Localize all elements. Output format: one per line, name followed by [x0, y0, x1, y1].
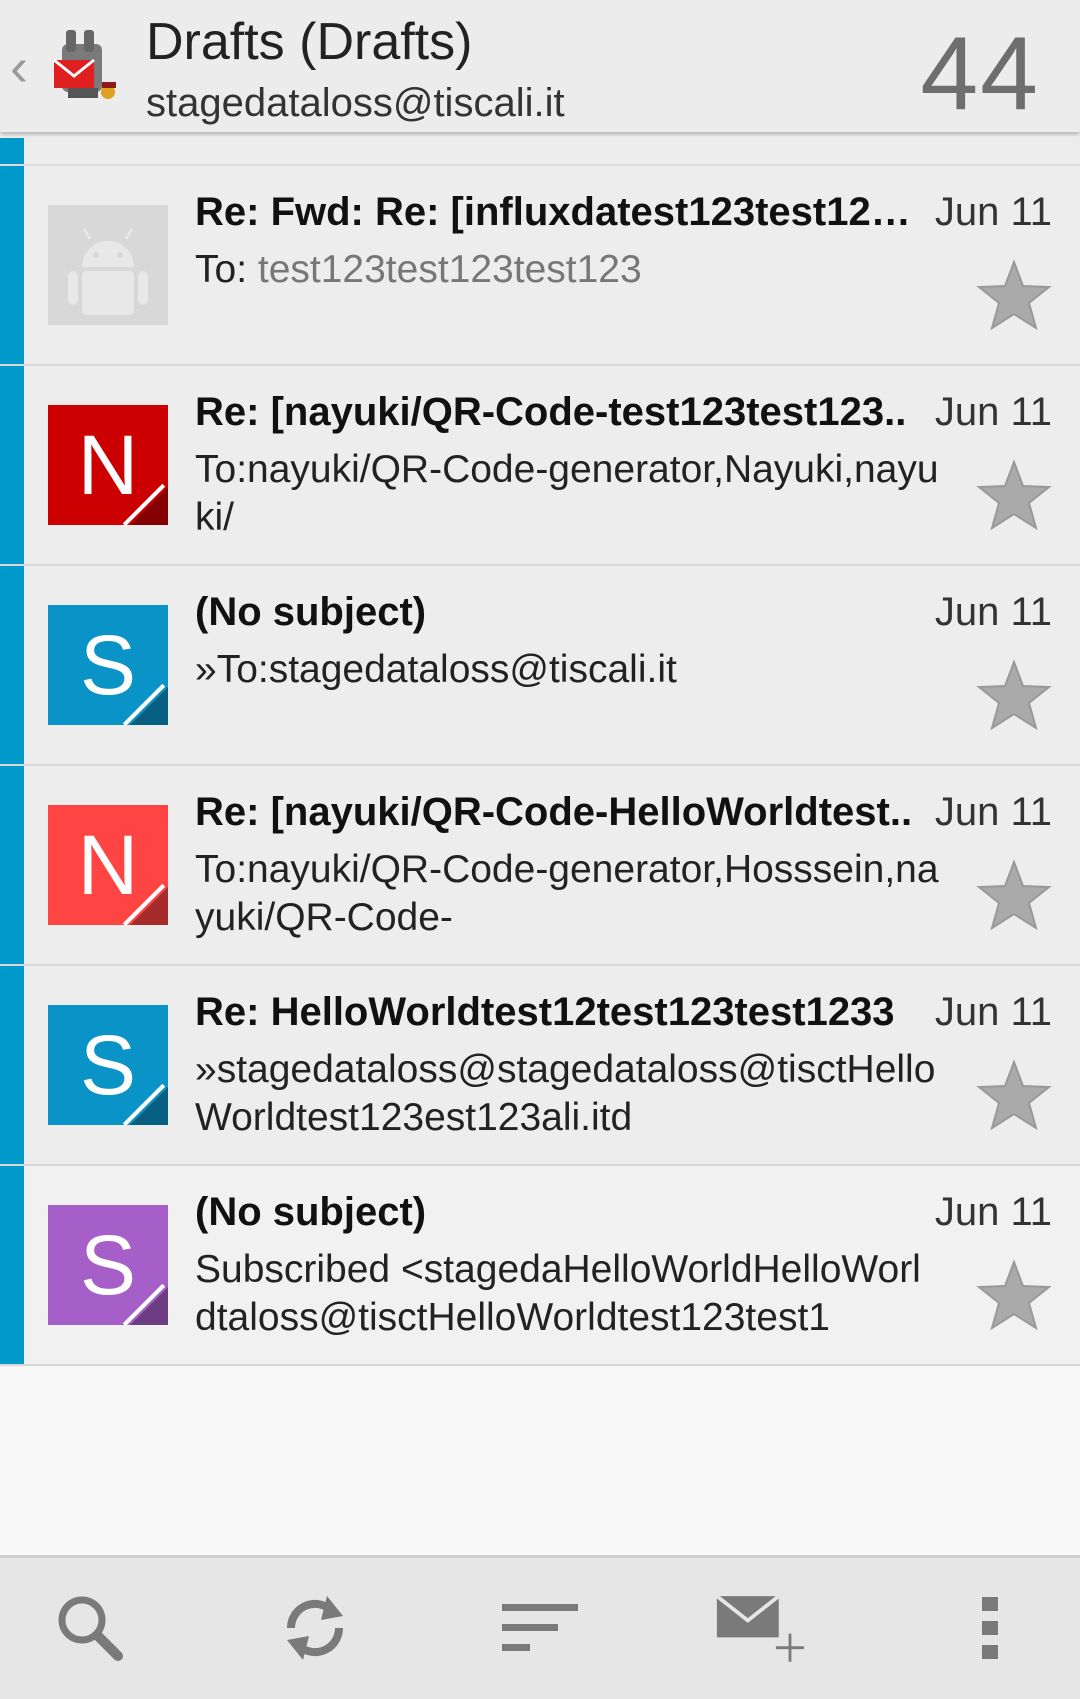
to-label: To: [195, 248, 248, 291]
avatar-corner [130, 687, 168, 725]
avatar-corner [130, 487, 168, 525]
contact-avatar[interactable]: S [48, 605, 168, 725]
contact-avatar[interactable]: N [48, 405, 168, 525]
star-icon[interactable] [976, 1058, 1052, 1132]
compose-icon [715, 1594, 805, 1662]
sort-icon [502, 1604, 578, 1651]
avatar-corner [130, 1087, 168, 1125]
unread-indicator [0, 766, 24, 964]
message-row[interactable]: Re: Fwd: Re: [influxdatest123test123.. J… [0, 166, 1080, 366]
bottom-toolbar [0, 1555, 1080, 1699]
avatar-corner [130, 887, 168, 925]
account-email: stagedataloss@tiscali.it [146, 81, 565, 125]
message-list: Re: Fwd: Re: [influxdatest123test123.. J… [0, 138, 1080, 1556]
message-date: Jun 11 [934, 990, 1052, 1034]
message-preview: To:nayuki/QR-Code-generator,Hosssein,nay… [195, 848, 939, 939]
unread-indicator [0, 366, 24, 564]
message-preview: To:nayuki/QR-Code-generator,Nayuki,nayuk… [195, 448, 939, 539]
sort-button[interactable] [495, 1588, 585, 1668]
message-date: Jun 11 [934, 590, 1052, 634]
unread-indicator [0, 966, 24, 1164]
message-subject: Re: Fwd: Re: [influxdatest123test123.. [195, 190, 915, 234]
message-subject: (No subject) [195, 590, 427, 634]
message-row[interactable]: N Re: [nayuki/QR-Code-test123test123.. J… [0, 366, 1080, 566]
message-subject: (No subject) [195, 1190, 427, 1234]
star-icon[interactable] [976, 258, 1052, 332]
message-date: Jun 11 [934, 390, 1052, 434]
star-icon[interactable] [976, 858, 1052, 932]
avatar-letter: S [79, 1218, 137, 1312]
message-row[interactable]: N Re: [nayuki/QR-Code-HelloWorldtest.. J… [0, 766, 1080, 966]
message-date: Jun 11 [934, 1190, 1052, 1234]
contact-avatar[interactable]: S [48, 1005, 168, 1125]
message-row[interactable]: S (No subject) Jun 11 »To:stagedataloss@… [0, 566, 1080, 766]
message-row[interactable]: S Re: HelloWorldtest12test123test1233 Ju… [0, 966, 1080, 1166]
search-button[interactable] [45, 1588, 135, 1668]
contact-avatar[interactable]: N [48, 805, 168, 925]
app-logo-icon[interactable] [48, 20, 124, 110]
message-preview: »stagedataloss@stagedataloss@tisctHelloW… [195, 1048, 936, 1139]
unread-indicator [0, 566, 24, 764]
message-count: 44 [920, 16, 1040, 132]
list-top-strip [0, 138, 1080, 166]
message-subject: Re: [nayuki/QR-Code-HelloWorldtest.. [195, 790, 913, 834]
message-subject: Re: [nayuki/QR-Code-test123test123.. [195, 390, 907, 434]
unread-indicator [0, 166, 24, 364]
back-chevron-icon[interactable]: ‹ [10, 40, 28, 94]
avatar-letter: S [79, 618, 137, 712]
compose-button[interactable] [715, 1588, 805, 1668]
star-icon[interactable] [976, 1258, 1052, 1332]
overflow-menu-icon [982, 1597, 998, 1659]
message-preview: Subscribed <stagedaHelloWorldHelloWorldt… [195, 1248, 921, 1339]
contact-avatar[interactable]: S [48, 1205, 168, 1325]
unread-indicator [0, 1166, 24, 1364]
avatar-corner [130, 1287, 168, 1325]
star-icon[interactable] [976, 658, 1052, 732]
folder-title: Drafts (Drafts) [146, 13, 473, 71]
unread-indicator [0, 138, 24, 164]
action-bar: ‹ Drafts (Drafts) stagedataloss@tiscali.… [0, 0, 1080, 132]
contact-avatar-android-icon[interactable] [48, 205, 168, 325]
refresh-button[interactable] [270, 1588, 360, 1668]
star-icon[interactable] [976, 458, 1052, 532]
refresh-icon [286, 1596, 344, 1660]
message-date: Jun 11 [934, 190, 1052, 234]
message-date: Jun 11 [934, 790, 1052, 834]
message-preview: To: test123test123test123 [195, 246, 955, 294]
message-subject: Re: HelloWorldtest12test123test1233 [195, 990, 895, 1034]
avatar-letter: S [79, 1018, 137, 1112]
message-preview: »To:stagedataloss@tiscali.it [195, 648, 677, 691]
to-value: test123test123test123 [247, 248, 642, 291]
overflow-menu-button[interactable] [945, 1588, 1035, 1668]
list-empty-area [0, 1366, 1080, 1556]
search-icon [58, 1596, 123, 1661]
message-row[interactable]: S (No subject) Jun 11 Subscribed <staged… [0, 1166, 1080, 1366]
